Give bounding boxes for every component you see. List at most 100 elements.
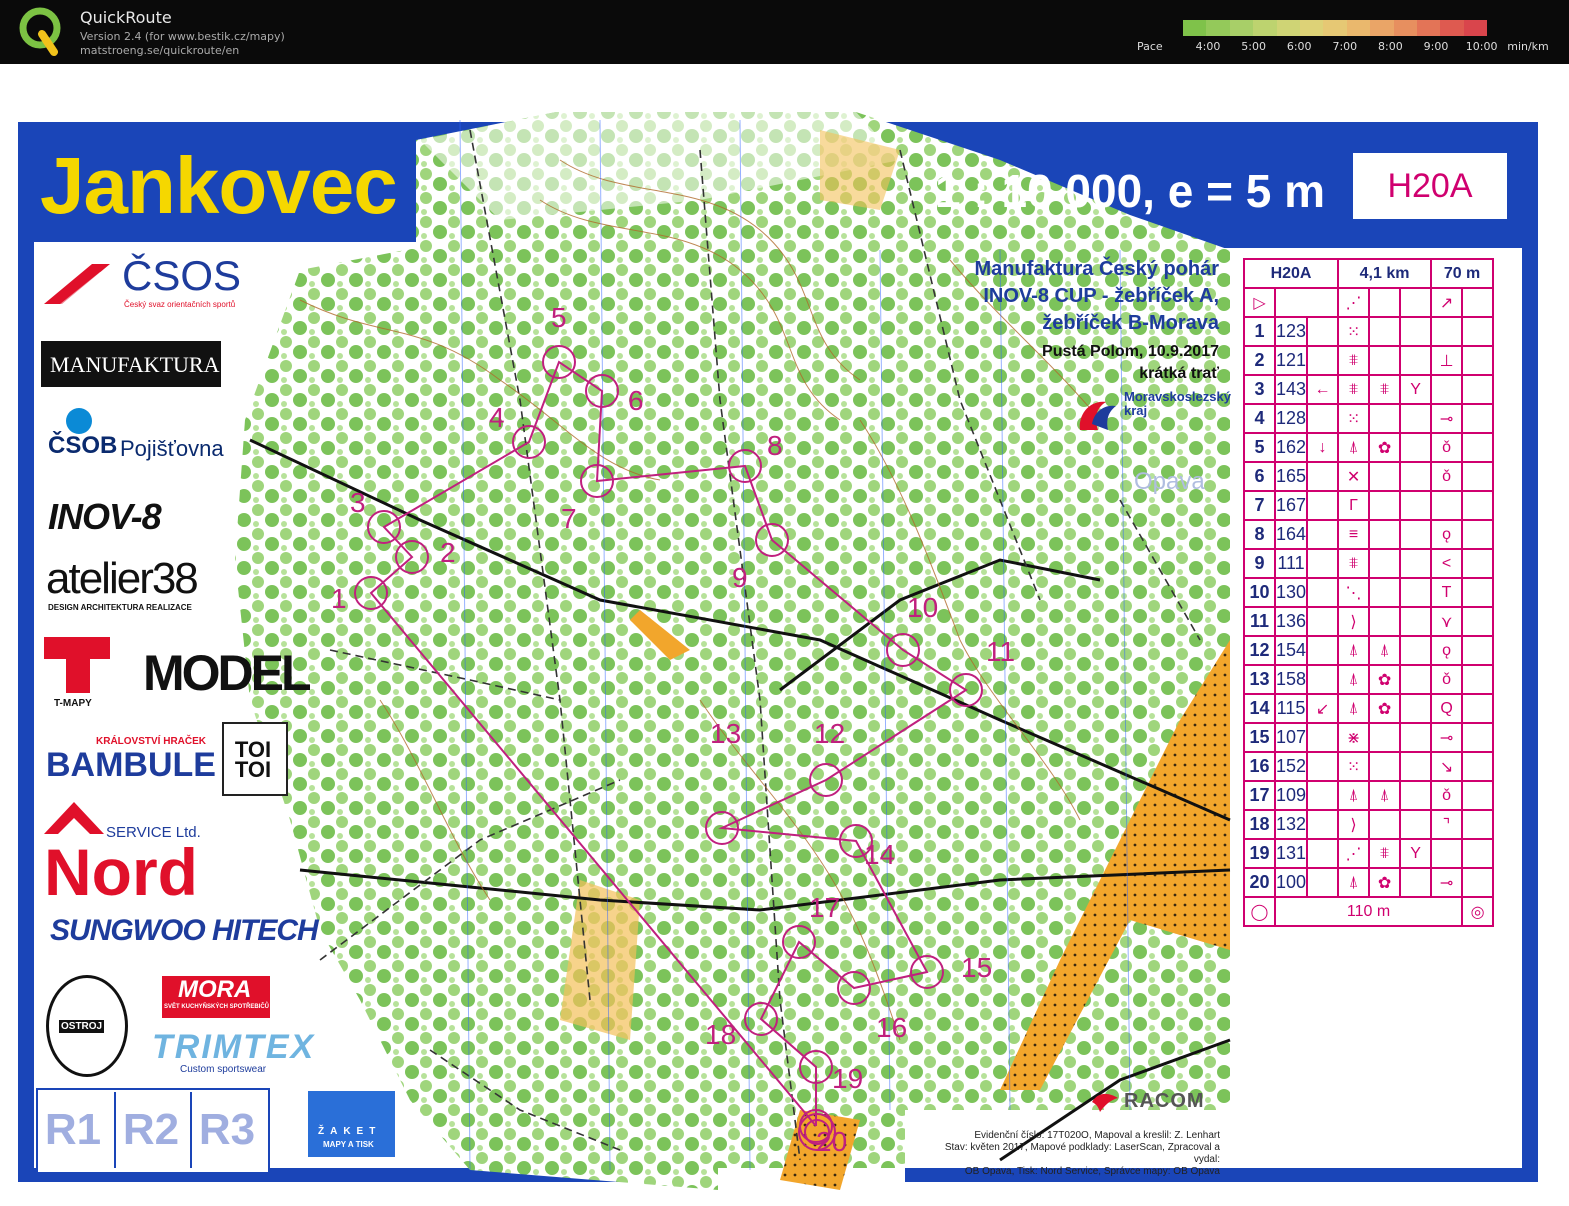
cd-code: 165: [1273, 461, 1309, 492]
cd-symbol: [1399, 345, 1433, 376]
model-logo: MODEL: [143, 645, 312, 701]
relay-r3: R3: [190, 1092, 262, 1168]
cd-number: 14: [1243, 693, 1276, 724]
cd-symbol: [1461, 403, 1495, 434]
cd-number: 8: [1243, 519, 1276, 550]
cd-symbol: ⁙: [1337, 316, 1371, 347]
left-frame: [18, 122, 34, 1170]
cd-symbol: [1461, 867, 1495, 898]
cd-code: 128: [1273, 403, 1309, 434]
cd-symbol: [1399, 461, 1433, 492]
cd-symbol: [1399, 403, 1433, 434]
cd-row: 7 167 Γ: [1243, 490, 1495, 521]
relay-r2: R2: [114, 1092, 186, 1168]
cd-symbol: ⩨: [1337, 374, 1371, 405]
cd-number: 6: [1243, 461, 1276, 492]
cd-symbol: [1368, 461, 1402, 492]
cd-code: 158: [1273, 664, 1309, 695]
pace-color-cell: [1276, 20, 1300, 36]
pace-tick: 6:00: [1286, 40, 1312, 53]
racom-logo: RACOM: [1124, 1090, 1205, 1112]
cd-number: 16: [1243, 751, 1276, 782]
control-number: 17: [809, 892, 841, 923]
event-line-3: žebříček B-Morava: [1042, 312, 1219, 334]
cd-code: 123: [1273, 316, 1309, 347]
nord-roof-icon: [44, 802, 104, 834]
cd-number: 18: [1243, 809, 1276, 840]
event-format: krátká trať: [1139, 365, 1219, 382]
right-frame: [1522, 122, 1538, 1170]
cd-number: 2: [1243, 345, 1276, 376]
start-corner-icon: ↗: [1430, 287, 1464, 318]
cd-row: 1 123 ⁙: [1243, 316, 1495, 347]
cd-number: 5: [1243, 432, 1276, 463]
cd-row: 3 143 ← ⩨ ⩨ Y: [1243, 374, 1495, 405]
control-number: 1: [331, 583, 347, 614]
zaket-subtitle: MAPY A TISK: [323, 1140, 374, 1149]
cd-code: 154: [1273, 635, 1309, 666]
cd-row: 4 128 ⁙ ⊸: [1243, 403, 1495, 434]
cd-symbol: [1461, 374, 1495, 405]
cd-row: 8 164 ≡ ǫ: [1243, 519, 1495, 550]
cd-symbol: [1368, 577, 1402, 608]
cd-symbol: ⍋: [1337, 635, 1371, 666]
cd-length: 4,1 km: [1337, 258, 1433, 289]
cd-symbol: [1368, 751, 1402, 782]
cd-symbol: ⋇: [1337, 722, 1371, 753]
pace-color-cell: [1346, 20, 1371, 36]
cd-symbol: ↙: [1306, 693, 1340, 724]
trimtex-logo: TRIMTEX: [152, 1028, 316, 1066]
pace-tick: 9:00: [1423, 40, 1449, 53]
relay-r1: R1: [44, 1105, 102, 1154]
cd-symbol: [1306, 548, 1340, 579]
inov8-logo: INOV-8: [48, 496, 162, 537]
app-version: Version 2.4 (for www.bestik.cz/mapy): [80, 30, 285, 43]
cd-row: 13 158 ⍋ ✿ ǒ: [1243, 664, 1495, 695]
cd-code: 162: [1273, 432, 1309, 463]
control-circle: [755, 523, 789, 557]
start-path-icon: ⋰: [1337, 287, 1371, 318]
event-place-date: Pustá Polom, 10.9.2017: [1042, 343, 1219, 360]
cd-symbol: ǒ: [1430, 664, 1464, 695]
cd-symbol: ✿: [1368, 867, 1402, 898]
cd-symbol: [1461, 838, 1495, 869]
cd-symbol: [1399, 693, 1433, 724]
pace-tick: 8:00: [1378, 40, 1403, 53]
toitoi-logo: TOI TOI: [234, 737, 272, 782]
control-circle: [910, 955, 944, 989]
cd-code: 164: [1273, 519, 1309, 550]
pace-tick: 7:00: [1332, 40, 1358, 53]
control-number: 15: [961, 952, 993, 983]
cd-symbol: [1368, 548, 1402, 579]
control-circle: [949, 673, 983, 707]
control-circle: [886, 633, 920, 667]
cd-symbol: ✿: [1368, 432, 1402, 463]
atelier38-subtitle: DESIGN ARCHITEKTURA REALIZACE: [48, 603, 192, 612]
cd-symbol: [1461, 577, 1495, 608]
cd-symbol: [1306, 519, 1340, 550]
cd-symbol: [1399, 577, 1433, 608]
cd-symbol: ⍋: [1337, 867, 1371, 898]
quickroute-titlebar: QuickRoute Version 2.4 (for www.bestik.c…: [0, 0, 1569, 64]
cd-symbol: ←: [1306, 374, 1340, 405]
orienteering-map[interactable]: 1 2 3 4 5 6 7 8 9 10 11 12 13 14 15 16 17 18 19 20 Jankovec…: [0, 64, 1569, 1206]
cd-code: 115: [1273, 693, 1309, 724]
cd-symbol: [1368, 519, 1402, 550]
cd-number: 11: [1243, 606, 1276, 637]
cd-symbol: [1306, 577, 1340, 608]
cd-symbol: [1461, 490, 1495, 521]
cd-number: 12: [1243, 635, 1276, 666]
ostroj-logo: OSTROJ: [59, 1020, 105, 1033]
control-circle: [395, 540, 429, 574]
cd-code: 136: [1273, 606, 1309, 637]
cd-symbol: Y: [1399, 374, 1433, 405]
control-circle: [580, 464, 614, 498]
cd-symbol: [1306, 606, 1340, 637]
start-triangle-icon: ▷: [1243, 287, 1276, 318]
control-circle: [354, 576, 388, 610]
cd-symbol: [1399, 316, 1433, 347]
control-descriptions: H20A 4,1 km 70 m ▷ ⋰ ↗ 1 123 ⁙ 2 121 ⩨ ⊥ 3 143 ← ⩨…: [1242, 258, 1495, 927]
cd-row: 2 121 ⩨ ⊥: [1243, 345, 1495, 376]
cd-symbol: ǫ: [1430, 519, 1464, 550]
cd-symbol: [1306, 751, 1340, 782]
